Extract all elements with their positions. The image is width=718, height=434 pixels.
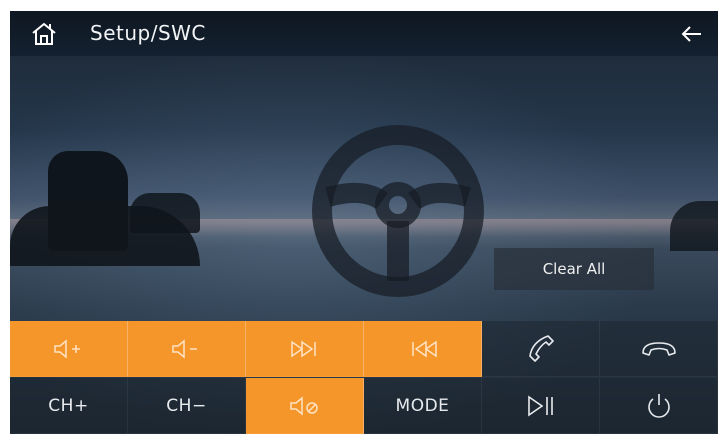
power-button[interactable] <box>600 378 718 434</box>
channel-down-label: CH− <box>166 395 207 416</box>
next-track-button[interactable] <box>246 321 364 377</box>
page-title: Setup/SWC <box>90 21 206 45</box>
mode-label: MODE <box>395 395 450 416</box>
rock-middle <box>130 193 200 233</box>
rewind-icon <box>411 340 437 357</box>
phone-icon <box>528 334 554 362</box>
top-bar: Setup/SWC <box>10 11 718 56</box>
hang-up-icon <box>641 341 676 356</box>
fast-forward-icon <box>290 340 316 357</box>
volume-down-button[interactable] <box>128 321 246 377</box>
play-pause-icon <box>527 394 553 417</box>
back-arrow-icon[interactable] <box>678 20 706 48</box>
steering-wheel-icon <box>312 125 484 297</box>
answer-call-button[interactable] <box>482 321 600 377</box>
home-icon[interactable] <box>30 20 58 48</box>
hang-up-button[interactable] <box>600 321 718 377</box>
mute-icon <box>289 395 318 416</box>
volume-up-button[interactable] <box>10 321 128 377</box>
rock-right <box>670 201 718 251</box>
mode-button[interactable]: MODE <box>364 378 482 434</box>
play-pause-button[interactable] <box>482 378 600 434</box>
swc-screen: Setup/SWC Clear All CH+ CH− MODE <box>10 11 718 434</box>
swc-button-grid: CH+ CH− MODE <box>10 321 718 434</box>
volume-down-icon <box>171 338 197 359</box>
power-icon <box>647 393 670 418</box>
channel-up-label: CH+ <box>48 395 89 416</box>
mute-button[interactable] <box>246 378 364 434</box>
channel-up-button[interactable]: CH+ <box>10 378 128 434</box>
clear-all-button[interactable]: Clear All <box>494 248 654 290</box>
volume-up-icon <box>53 338 80 359</box>
channel-down-button[interactable]: CH− <box>128 378 246 434</box>
previous-track-button[interactable] <box>364 321 482 377</box>
